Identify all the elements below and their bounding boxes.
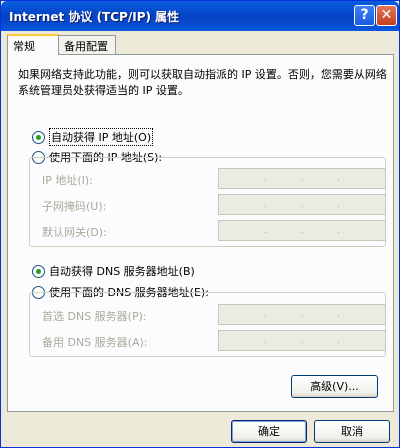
alternate-dns-row: 备用 DNS 服务器(A): . . . xyxy=(36,330,386,352)
subnet-mask-input[interactable]: . . . xyxy=(218,194,386,215)
subnet-mask-label: 子网掩码(U): xyxy=(42,200,107,213)
ip-dot: . xyxy=(263,225,267,236)
preferred-dns-label: 首选 DNS 服务器(P): xyxy=(42,310,147,323)
close-icon: ✕ xyxy=(380,7,393,23)
alternate-dns-label: 备用 DNS 服务器(A): xyxy=(42,336,148,349)
ip-dot: . xyxy=(263,309,267,320)
cancel-button[interactable]: 取消 xyxy=(314,420,390,443)
default-gateway-input[interactable]: . . . xyxy=(218,220,386,241)
ip-dot: . xyxy=(337,225,341,236)
tab-alternate-config[interactable]: 备用配置 xyxy=(58,35,116,54)
preferred-dns-input[interactable]: . . . xyxy=(218,304,386,325)
help-button[interactable]: ? xyxy=(354,5,375,26)
tab-general[interactable]: 常规 xyxy=(7,34,59,55)
ip-dot: . xyxy=(300,309,304,320)
auto-ip-label: 自动获得 IP 地址(O) xyxy=(49,128,154,146)
ip-dot: . xyxy=(300,335,304,346)
general-tab-panel: 如果网络支持此功能，则可以获取自动指派的 IP 设置。否则，您需要从网络系统管理… xyxy=(7,54,394,412)
ip-dot: . xyxy=(300,199,304,210)
tab-general-label: 常规 xyxy=(13,40,35,53)
ok-button[interactable]: 确定 xyxy=(231,420,307,443)
advanced-button[interactable]: 高级(V)... xyxy=(291,375,378,398)
subnet-mask-row: 子网掩码(U): . . . xyxy=(36,194,386,216)
default-gateway-row: 默认网关(D): . . . xyxy=(36,220,386,242)
ip-address-row: IP 地址(I): . . . xyxy=(36,168,386,190)
ip-address-label: IP 地址(I): xyxy=(42,174,93,187)
tab-alternate-config-label: 备用配置 xyxy=(64,40,108,53)
auto-dns-radio[interactable] xyxy=(32,264,45,278)
ip-dot: . xyxy=(337,173,341,184)
description-text: 如果网络支持此功能，则可以获取自动指派的 IP 设置。否则，您需要从网络系统管理… xyxy=(18,68,387,97)
auto-ip-option[interactable]: 自动获得 IP 地址(O) xyxy=(32,128,154,146)
help-icon: ? xyxy=(360,7,369,23)
manual-ip-group: IP 地址(I): . . . 子网掩码(U): . . . 默认网关(D): … xyxy=(29,157,386,247)
ip-dot: . xyxy=(337,335,341,346)
default-gateway-label: 默认网关(D): xyxy=(42,226,107,239)
manual-dns-group: 首选 DNS 服务器(P): . . . 备用 DNS 服务器(A): . . … xyxy=(29,292,386,357)
ip-dot: . xyxy=(337,309,341,320)
ip-dot: . xyxy=(300,173,304,184)
window-title: Internet 协议 (TCP/IP) 属性 xyxy=(9,10,180,24)
title-bar[interactable]: Internet 协议 (TCP/IP) 属性 ? ✕ xyxy=(1,1,399,31)
ip-dot: . xyxy=(263,335,267,346)
ip-dot: . xyxy=(263,173,267,184)
ip-dot: . xyxy=(337,199,341,210)
auto-dns-option[interactable]: 自动获得 DNS 服务器地址(B) xyxy=(32,263,195,279)
ip-dot: . xyxy=(263,199,267,210)
auto-ip-radio[interactable] xyxy=(32,130,45,144)
ip-dot: . xyxy=(300,225,304,236)
tcpip-properties-dialog: Internet 协议 (TCP/IP) 属性 ? ✕ 常规 备用配置 如果网络… xyxy=(0,0,400,448)
preferred-dns-row: 首选 DNS 服务器(P): . . . xyxy=(36,304,386,326)
auto-dns-label: 自动获得 DNS 服务器地址(B) xyxy=(49,265,195,278)
close-button[interactable]: ✕ xyxy=(376,5,397,26)
alternate-dns-input[interactable]: . . . xyxy=(218,330,386,351)
ip-address-input[interactable]: . . . xyxy=(218,168,386,189)
